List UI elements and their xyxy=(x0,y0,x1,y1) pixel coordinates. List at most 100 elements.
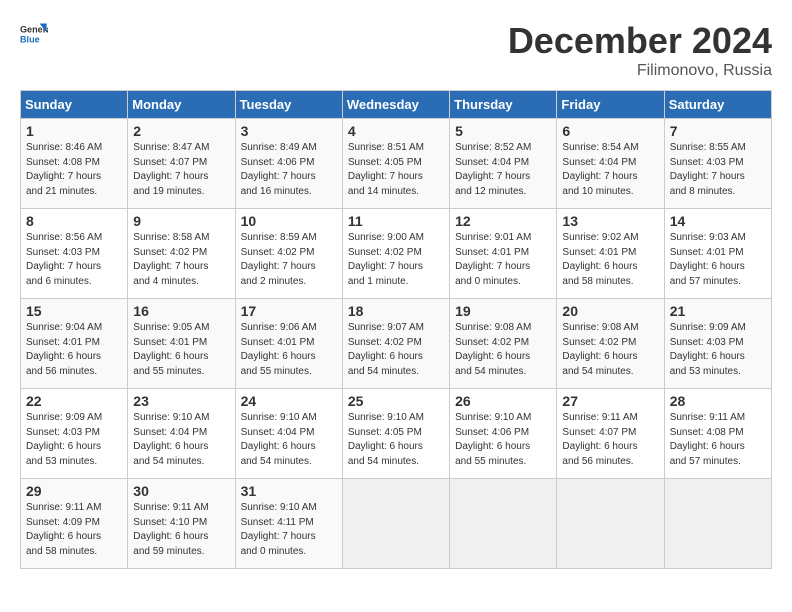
day-number: 15 xyxy=(26,303,122,319)
day-info: Sunrise: 8:46 AMSunset: 4:08 PMDaylight:… xyxy=(26,141,122,199)
calendar-cell: 10Sunrise: 8:59 AMSunset: 4:02 PMDayligh… xyxy=(235,209,342,299)
day-number: 27 xyxy=(562,393,658,409)
day-number: 13 xyxy=(562,213,658,229)
day-info: Sunrise: 9:02 AMSunset: 4:01 PMDaylight:… xyxy=(562,231,658,289)
calendar-cell: 19Sunrise: 9:08 AMSunset: 4:02 PMDayligh… xyxy=(450,299,557,389)
sunrise-text: Sunrise: 9:11 AM xyxy=(133,501,229,516)
sunrise-text: Sunrise: 9:04 AM xyxy=(26,321,122,336)
daylight-text: Daylight: 6 hours and 58 minutes. xyxy=(562,260,658,289)
sunrise-text: Sunrise: 9:10 AM xyxy=(133,411,229,426)
day-info: Sunrise: 9:10 AMSunset: 4:06 PMDaylight:… xyxy=(455,411,551,469)
sunset-text: Sunset: 4:10 PM xyxy=(133,516,229,531)
sunrise-text: Sunrise: 9:09 AM xyxy=(26,411,122,426)
day-number: 4 xyxy=(348,123,444,139)
daylight-text: Daylight: 6 hours and 54 minutes. xyxy=(133,440,229,469)
daylight-text: Daylight: 7 hours and 1 minute. xyxy=(348,260,444,289)
day-number: 24 xyxy=(241,393,337,409)
day-number: 26 xyxy=(455,393,551,409)
calendar-cell: 7Sunrise: 8:55 AMSunset: 4:03 PMDaylight… xyxy=(664,119,771,209)
day-info: Sunrise: 8:52 AMSunset: 4:04 PMDaylight:… xyxy=(455,141,551,199)
calendar-cell: 13 Sunrise: 9:02 AMSunset: 4:01 PMDayligh… xyxy=(557,209,664,299)
sunrise-text: Sunrise: 8:55 AM xyxy=(670,141,766,156)
day-info: Sunrise: 9:07 AMSunset: 4:02 PMDaylight:… xyxy=(348,321,444,379)
day-number: 21 xyxy=(670,303,766,319)
daylight-text: Daylight: 6 hours and 58 minutes. xyxy=(26,530,122,559)
calendar-cell: 4 Sunrise: 8:51 AMSunset: 4:05 PMDaylight… xyxy=(342,119,449,209)
calendar-cell: 14Sunrise: 9:03 AMSunset: 4:01 PMDayligh… xyxy=(664,209,771,299)
day-number: 6 xyxy=(562,123,658,139)
day-info: Sunrise: 9:04 AMSunset: 4:01 PMDaylight:… xyxy=(26,321,122,379)
sunrise-text: Sunrise: 9:08 AM xyxy=(455,321,551,336)
sunset-text: Sunset: 4:11 PM xyxy=(241,516,337,531)
calendar-cell xyxy=(450,479,557,569)
header-row: Sunday Monday Tuesday Wednesday Thursday… xyxy=(21,91,772,119)
daylight-text: Daylight: 6 hours and 54 minutes. xyxy=(562,350,658,379)
col-saturday: Saturday xyxy=(664,91,771,119)
day-info: Sunrise: 8:54 AMSunset: 4:04 PMDaylight:… xyxy=(562,141,658,199)
sunset-text: Sunset: 4:04 PM xyxy=(562,156,658,171)
day-number: 20 xyxy=(562,303,658,319)
calendar-cell: 17Sunrise: 9:06 AMSunset: 4:01 PMDayligh… xyxy=(235,299,342,389)
daylight-text: Daylight: 7 hours and 10 minutes. xyxy=(562,170,658,199)
daylight-text: Daylight: 6 hours and 54 minutes. xyxy=(241,440,337,469)
calendar-cell: 29Sunrise: 9:11 AMSunset: 4:09 PMDayligh… xyxy=(21,479,128,569)
svg-text:Blue: Blue xyxy=(20,34,40,44)
sunrise-text: Sunrise: 9:11 AM xyxy=(562,411,658,426)
day-number: 18 xyxy=(348,303,444,319)
sunrise-text: Sunrise: 8:58 AM xyxy=(133,231,229,246)
daylight-text: Daylight: 7 hours and 12 minutes. xyxy=(455,170,551,199)
sunset-text: Sunset: 4:04 PM xyxy=(455,156,551,171)
day-info: Sunrise: 8:51 AMSunset: 4:05 PMDaylight:… xyxy=(348,141,444,199)
day-number: 29 xyxy=(26,483,122,499)
sunrise-text: Sunrise: 8:51 AM xyxy=(348,141,444,156)
sunset-text: Sunset: 4:02 PM xyxy=(133,246,229,261)
sunset-text: Sunset: 4:01 PM xyxy=(241,336,337,351)
daylight-text: Daylight: 6 hours and 54 minutes. xyxy=(348,350,444,379)
daylight-text: Daylight: 7 hours and 14 minutes. xyxy=(348,170,444,199)
location-title: Filimonovo, Russia xyxy=(508,62,772,80)
day-info: Sunrise: 9:08 AMSunset: 4:02 PMDaylight:… xyxy=(455,321,551,379)
sunrise-text: Sunrise: 8:59 AM xyxy=(241,231,337,246)
daylight-text: Daylight: 6 hours and 55 minutes. xyxy=(455,440,551,469)
day-number: 30 xyxy=(133,483,229,499)
calendar-cell: 1Sunrise: 8:46 AMSunset: 4:08 PMDaylight… xyxy=(21,119,128,209)
sunrise-text: Sunrise: 9:02 AM xyxy=(562,231,658,246)
day-number: 9 xyxy=(133,213,229,229)
day-number: 12 xyxy=(455,213,551,229)
sunrise-text: Sunrise: 9:00 AM xyxy=(348,231,444,246)
logo: General Blue xyxy=(20,20,48,48)
col-sunday: Sunday xyxy=(21,91,128,119)
sunset-text: Sunset: 4:02 PM xyxy=(348,336,444,351)
sunset-text: Sunset: 4:03 PM xyxy=(670,156,766,171)
day-info: Sunrise: 8:49 AMSunset: 4:06 PMDaylight:… xyxy=(241,141,337,199)
sunrise-text: Sunrise: 9:08 AM xyxy=(562,321,658,336)
sunrise-text: Sunrise: 9:10 AM xyxy=(455,411,551,426)
day-info: Sunrise: 9:05 AMSunset: 4:01 PMDaylight:… xyxy=(133,321,229,379)
day-info: Sunrise: 9:11 AMSunset: 4:08 PMDaylight:… xyxy=(670,411,766,469)
sunrise-text: Sunrise: 9:06 AM xyxy=(241,321,337,336)
daylight-text: Daylight: 6 hours and 57 minutes. xyxy=(670,440,766,469)
day-info: Sunrise: 9:06 AMSunset: 4:01 PMDaylight:… xyxy=(241,321,337,379)
table-row: 22Sunrise: 9:09 AMSunset: 4:03 PMDayligh… xyxy=(21,389,772,479)
day-info: Sunrise: 9:09 AMSunset: 4:03 PMDaylight:… xyxy=(670,321,766,379)
day-info: Sunrise: 9:10 AMSunset: 4:04 PMDaylight:… xyxy=(241,411,337,469)
calendar-table: Sunday Monday Tuesday Wednesday Thursday… xyxy=(20,90,772,569)
calendar-cell: 6 Sunrise: 8:54 AMSunset: 4:04 PMDaylight… xyxy=(557,119,664,209)
calendar-cell xyxy=(342,479,449,569)
day-info: Sunrise: 9:01 AMSunset: 4:01 PMDaylight:… xyxy=(455,231,551,289)
sunrise-text: Sunrise: 8:56 AM xyxy=(26,231,122,246)
sunset-text: Sunset: 4:06 PM xyxy=(455,426,551,441)
daylight-text: Daylight: 6 hours and 54 minutes. xyxy=(455,350,551,379)
daylight-text: Daylight: 7 hours and 0 minutes. xyxy=(241,530,337,559)
calendar-cell: 3Sunrise: 8:49 AMSunset: 4:06 PMDaylight… xyxy=(235,119,342,209)
sunset-text: Sunset: 4:03 PM xyxy=(670,336,766,351)
calendar-cell: 9Sunrise: 8:58 AMSunset: 4:02 PMDaylight… xyxy=(128,209,235,299)
calendar-cell: 22Sunrise: 9:09 AMSunset: 4:03 PMDayligh… xyxy=(21,389,128,479)
calendar-cell: 12 Sunrise: 9:01 AMSunset: 4:01 PMDayligh… xyxy=(450,209,557,299)
daylight-text: Daylight: 6 hours and 55 minutes. xyxy=(241,350,337,379)
day-info: Sunrise: 9:11 AMSunset: 4:10 PMDaylight:… xyxy=(133,501,229,559)
daylight-text: Daylight: 7 hours and 8 minutes. xyxy=(670,170,766,199)
day-number: 25 xyxy=(348,393,444,409)
day-info: Sunrise: 9:10 AMSunset: 4:05 PMDaylight:… xyxy=(348,411,444,469)
sunset-text: Sunset: 4:02 PM xyxy=(241,246,337,261)
